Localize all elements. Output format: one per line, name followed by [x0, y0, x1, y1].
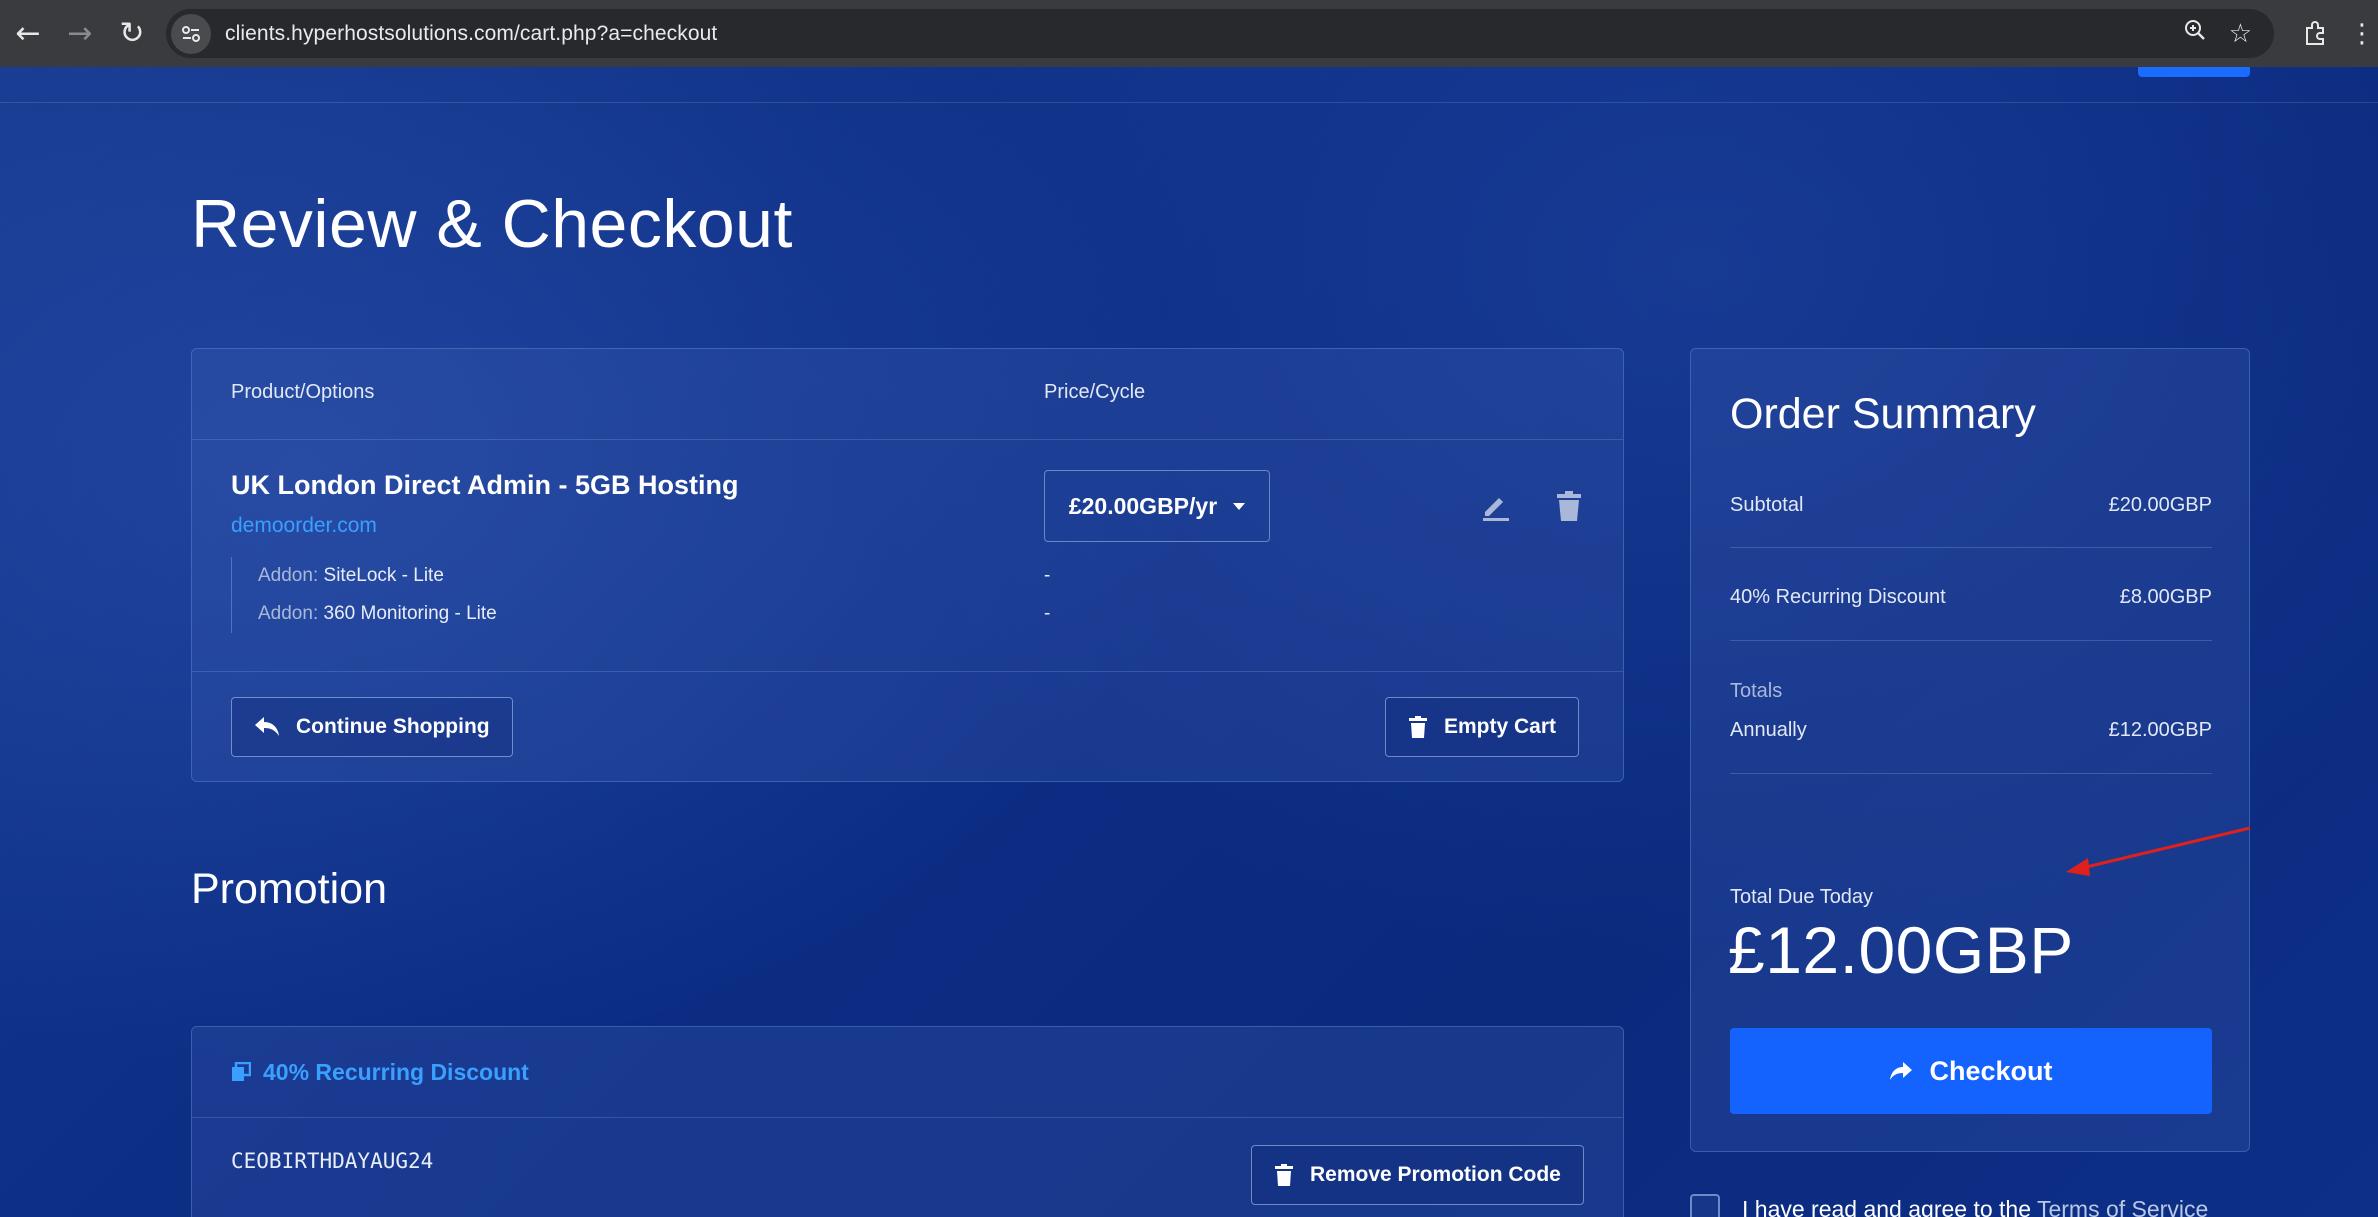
page-title: Review & Checkout — [191, 186, 793, 262]
address-bar[interactable]: clients.hyperhostsolutions.com/cart.php?… — [166, 9, 2274, 58]
star-icon[interactable]: ☆ — [2229, 19, 2252, 49]
addon-item: Addon: 360 Monitoring - Lite — [258, 595, 497, 633]
total-due-amount: £12.00GBP — [1728, 913, 2074, 987]
menu-icon[interactable]: ⋮ — [2349, 13, 2375, 53]
promotion-code: CEOBIRTHDAYAUG24 — [231, 1149, 434, 1173]
total-due-label: Total Due Today — [1730, 886, 1874, 908]
divider — [1730, 547, 2212, 548]
trash-icon — [1409, 716, 1427, 738]
terms-text: I have read and agree to the Terms of Se… — [1742, 1196, 2208, 1217]
discount-row: 40% Recurring Discount £8.00GBP — [1730, 586, 2212, 609]
remove-promotion-button[interactable]: Remove Promotion Code — [1251, 1145, 1584, 1205]
subtotal-value: £20.00GBP — [2108, 494, 2212, 516]
addon-key: Addon: — [258, 603, 319, 624]
cart-item: UK London Direct Admin - 5GB Hosting dem… — [192, 440, 1623, 672]
column-header-product: Product/Options — [231, 381, 375, 403]
discount-label: 40% Recurring Discount — [1730, 586, 1946, 608]
checkout-button[interactable]: Checkout — [1730, 1028, 2212, 1114]
reload-icon[interactable]: ↻ — [106, 8, 158, 60]
addon-price: - — [1044, 603, 1051, 624]
addon-name: SiteLock - Lite — [323, 565, 444, 586]
back-icon[interactable]: ← — [2, 8, 54, 60]
edit-icon[interactable] — [1475, 486, 1515, 526]
checkout-label: Checkout — [1929, 1055, 2053, 1086]
promotion-title: Promotion — [191, 865, 387, 913]
terms-prefix: I have read and agree to the — [1742, 1195, 2037, 1217]
header-button[interactable] — [2138, 67, 2250, 77]
cart-panel: Product/Options Price/Cycle UK London Di… — [191, 348, 1624, 782]
addon-list: Addon: SiteLock - Lite Addon: 360 Monito… — [231, 557, 497, 633]
order-summary-title: Order Summary — [1730, 390, 2036, 438]
promotion-name: 40% Recurring Discount — [263, 1058, 529, 1085]
ticket-icon — [232, 1062, 251, 1081]
divider — [1730, 773, 2212, 774]
empty-cart-label: Empty Cart — [1444, 715, 1557, 738]
reply-icon — [255, 717, 279, 736]
terms-link[interactable]: Terms of Service — [2037, 1196, 2208, 1217]
trash-icon — [1275, 1164, 1293, 1186]
totals-label: Totals — [1730, 680, 1783, 702]
continue-shopping-label: Continue Shopping — [296, 715, 490, 738]
annually-label: Annually — [1730, 719, 1807, 741]
page-content: Solutions Review & Checkout Product/Opti… — [0, 67, 2378, 1217]
empty-cart-button[interactable]: Empty Cart — [1385, 697, 1580, 757]
addon-price: - — [1044, 565, 1051, 586]
cart-header: Product/Options Price/Cycle — [192, 349, 1623, 440]
subtotal-label: Subtotal — [1730, 494, 1804, 516]
annually-row: Annually £12.00GBP — [1730, 719, 2212, 742]
billing-cycle-value: £20.00GBP/yr — [1068, 492, 1218, 519]
zoom-icon[interactable] — [2183, 18, 2207, 49]
promotion-header: 40% Recurring Discount — [192, 1027, 1623, 1118]
column-header-price: Price/Cycle — [1044, 381, 1146, 403]
subtotal-row: Subtotal £20.00GBP — [1730, 494, 2212, 517]
browser-toolbar: ← → ↻ clients.hyperhostsolutions.com/car… — [0, 0, 2378, 67]
site-logo[interactable]: Solutions — [180, 67, 460, 81]
promotion-panel: 40% Recurring Discount CEOBIRTHDAYAUG24 … — [191, 1026, 1624, 1217]
site-header: Solutions — [0, 67, 2378, 103]
share-arrow-icon — [1890, 1062, 1913, 1080]
trash-icon[interactable] — [1549, 486, 1589, 526]
extensions-icon[interactable] — [2296, 13, 2336, 53]
site-info-icon[interactable] — [171, 13, 211, 54]
cart-footer: Continue Shopping Empty Cart — [192, 672, 1623, 783]
terms-checkbox[interactable] — [1690, 1194, 1720, 1217]
continue-shopping-button[interactable]: Continue Shopping — [231, 697, 513, 757]
product-domain[interactable]: demoorder.com — [231, 514, 377, 538]
remove-promotion-label: Remove Promotion Code — [1310, 1163, 1561, 1186]
addon-key: Addon: — [258, 565, 319, 586]
caret-down-icon — [1233, 502, 1246, 510]
divider — [1730, 640, 2212, 641]
order-summary-panel: Order Summary Subtotal £20.00GBP 40% Rec… — [1690, 348, 2250, 1152]
addon-item: Addon: SiteLock - Lite — [258, 557, 497, 595]
discount-value: £8.00GBP — [2119, 586, 2212, 608]
annually-value: £12.00GBP — [2108, 719, 2212, 741]
forward-icon[interactable]: → — [54, 8, 106, 60]
terms-agreement: I have read and agree to the Terms of Se… — [1690, 1194, 2208, 1217]
url-text[interactable]: clients.hyperhostsolutions.com/cart.php?… — [225, 22, 717, 46]
billing-cycle-select[interactable]: £20.00GBP/yr — [1044, 470, 1270, 542]
product-name: UK London Direct Admin - 5GB Hosting — [231, 470, 739, 500]
addon-name: 360 Monitoring - Lite — [323, 603, 497, 624]
